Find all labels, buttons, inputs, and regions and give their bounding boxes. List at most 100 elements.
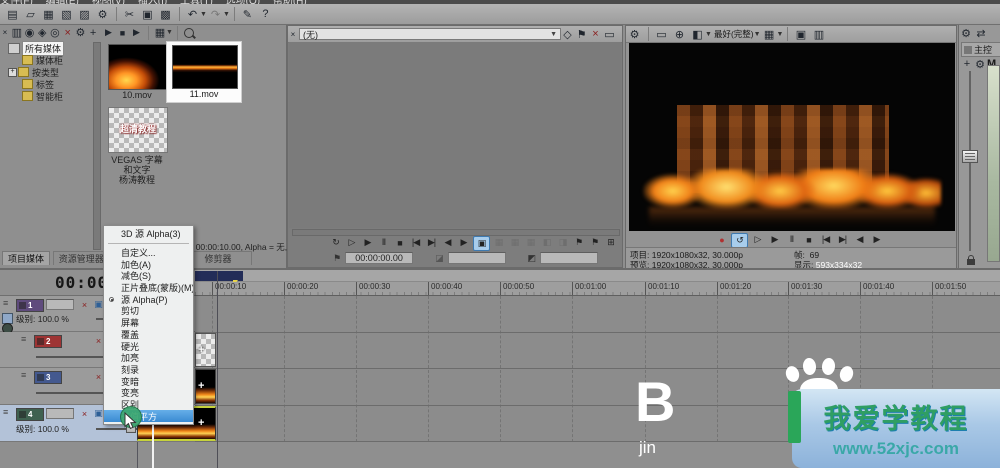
external-monitor-icon[interactable]: ▭	[653, 26, 670, 42]
paste-icon[interactable]: ▩	[157, 6, 174, 22]
split-screen-icon[interactable]: ◧	[689, 26, 706, 42]
menu-item[interactable]: 覆盖	[104, 329, 193, 341]
media-properties-icon[interactable]: ⚙	[75, 25, 87, 41]
tree-item-all-media[interactable]: 所有媒体	[8, 42, 92, 54]
search-icon[interactable]	[184, 28, 194, 38]
video-output-fx-icon[interactable]: ⊕	[671, 26, 688, 42]
extract-audio-icon[interactable]: ◎	[49, 25, 61, 41]
play-media-icon[interactable]: ▶	[102, 25, 115, 41]
save-snapshot-icon[interactable]: ▥	[810, 26, 827, 42]
media-thumbnail-10mov[interactable]: 10.mov	[108, 44, 166, 100]
track-drag-handle-icon[interactable]: ≡	[21, 334, 26, 344]
video-only-button[interactable]: ◧	[539, 236, 554, 249]
next-frame-button[interactable]: ▶	[869, 233, 884, 246]
auto-preview-icon[interactable]: ▶	[130, 25, 143, 41]
next-frame-button[interactable]: ▶	[456, 236, 471, 249]
tree-scrollbar[interactable]	[93, 42, 101, 250]
views-dropdown-icon[interactable]: ▼	[166, 29, 173, 36]
redo-dropdown-icon[interactable]: ▼	[223, 11, 230, 18]
master-bus-tab[interactable]: 主控	[961, 42, 1000, 57]
open-project-icon[interactable]: ▱	[22, 6, 39, 22]
menu-item[interactable]: 正片叠底(蒙版)(M)	[104, 282, 193, 294]
menu-item-highlighted[interactable]: 差值平方	[104, 410, 193, 422]
menu-item[interactable]: 3D 源 Alpha(3)	[104, 228, 193, 240]
menu-item[interactable]: 减色(S)	[104, 270, 193, 282]
go-to-start-button[interactable]: |◀	[818, 233, 833, 246]
play-button[interactable]: ▶	[767, 233, 782, 246]
insert-bus-icon[interactable]: ⇄	[974, 25, 988, 41]
trimmer-tool-button[interactable]: ▦	[523, 236, 538, 249]
menu-item[interactable]: 变亮	[104, 387, 193, 399]
lock-icon[interactable]	[967, 259, 975, 265]
selection-end-field[interactable]	[540, 252, 598, 264]
pan-icon[interactable]: +	[961, 56, 973, 72]
go-to-end-button[interactable]: ▶|	[424, 236, 439, 249]
track-name-field[interactable]	[46, 299, 74, 310]
go-to-end-button[interactable]: ▶|	[835, 233, 850, 246]
help-icon[interactable]: ?	[257, 6, 274, 22]
trimmer-tool-button[interactable]: ▦	[491, 236, 506, 249]
timeline-marker-bar[interactable]	[195, 270, 1000, 282]
video-display[interactable]	[629, 43, 955, 231]
menu-item[interactable]: 加色(A)	[104, 258, 193, 270]
tab-project-media[interactable]: 项目媒体	[2, 251, 50, 265]
save-markers-icon[interactable]: ⚑	[575, 26, 588, 42]
save-project-icon[interactable]: ▦	[40, 6, 57, 22]
undo-icon[interactable]: ↶	[184, 6, 201, 22]
play-from-start-button[interactable]: ▷	[750, 233, 765, 246]
menu-item-selected[interactable]: 源 Alpha(P)	[104, 293, 193, 305]
bypass-motion-blur-button[interactable]: ×	[78, 299, 91, 310]
timeline-event-text[interactable]: +	[195, 333, 216, 367]
project-properties-icon[interactable]: ⚙	[94, 6, 111, 22]
redo-icon[interactable]: ↷	[207, 6, 224, 22]
quality-dropdown-icon[interactable]: ▼	[754, 31, 761, 38]
preview-quality-dropdown[interactable]: 最好(完整)	[714, 28, 754, 40]
loop-button[interactable]: ↻	[328, 236, 343, 249]
track-drag-handle-icon[interactable]: ≡	[21, 370, 26, 380]
grid-dropdown-icon[interactable]: ▼	[777, 31, 784, 38]
sync-cursor-button[interactable]: ▣	[473, 236, 490, 251]
menu-item[interactable]: 自定义...	[104, 247, 193, 259]
marker-button[interactable]: ⚑	[571, 236, 586, 249]
previous-frame-button[interactable]: ◀	[852, 233, 867, 246]
pause-button[interactable]: Ⅱ	[376, 236, 391, 249]
close-media-icon[interactable]: ×	[589, 26, 602, 42]
pause-button[interactable]: Ⅱ	[784, 233, 799, 246]
track-drag-handle-icon[interactable]: ≡	[3, 407, 8, 417]
remove-media-icon[interactable]: ×	[62, 25, 74, 41]
close-panel-icon[interactable]: ×	[0, 25, 10, 41]
new-project-icon[interactable]: ▤	[4, 6, 21, 22]
tab-trimmer[interactable]: 修剪器	[184, 251, 252, 265]
trimmer-media-selector[interactable]: (无) ▼	[299, 28, 561, 40]
timeline-event-fire[interactable]: +	[195, 369, 216, 404]
play-button[interactable]: ▶	[360, 236, 375, 249]
menu-item[interactable]: 区别	[104, 399, 193, 411]
selection-start-field[interactable]	[448, 252, 506, 264]
menu-item[interactable]: 刻录	[104, 364, 193, 376]
media-fx-icon[interactable]: +	[87, 25, 99, 41]
bypass-motion-blur-button[interactable]: ×	[78, 408, 91, 419]
timeline-timecode-display[interactable]: 00:00	[55, 273, 108, 292]
media-thumbnail-text[interactable]: 超清教程 VEGAS 字幕和文字 杨涛教程	[108, 107, 166, 185]
split-screen-dropdown-icon[interactable]: ▼	[705, 31, 712, 38]
region-button[interactable]: ⚑	[587, 236, 602, 249]
undo-dropdown-icon[interactable]: ▼	[200, 11, 207, 18]
trimmer-scrollbar[interactable]	[292, 229, 620, 236]
open-in-trimmer-icon[interactable]: ◇	[561, 26, 574, 42]
trimmer-settings-button[interactable]: ⊞	[603, 236, 618, 249]
save-as-icon[interactable]: ▧	[58, 6, 75, 22]
tree-item-tags[interactable]: 标签	[8, 78, 92, 90]
capture-video-icon[interactable]: ◉	[24, 25, 36, 41]
menu-item[interactable]: 硬光	[104, 340, 193, 352]
copy-icon[interactable]: ▣	[139, 6, 156, 22]
volume-fader-handle[interactable]	[962, 150, 978, 163]
edit-tool-icon[interactable]: ✎	[239, 6, 256, 22]
get-photo-icon[interactable]: ◈	[36, 25, 48, 41]
close-panel-icon[interactable]: ×	[288, 26, 298, 42]
expander-plus-icon[interactable]: +	[8, 68, 17, 77]
overlays-grid-icon[interactable]: ▦	[761, 26, 778, 42]
stop-button[interactable]: ■	[801, 233, 816, 246]
menu-item[interactable]: 屏幕	[104, 317, 193, 329]
tree-item-media-bins[interactable]: 媒体柜	[8, 54, 92, 66]
media-thumbnail-11mov[interactable]: 11.mov	[166, 41, 242, 103]
